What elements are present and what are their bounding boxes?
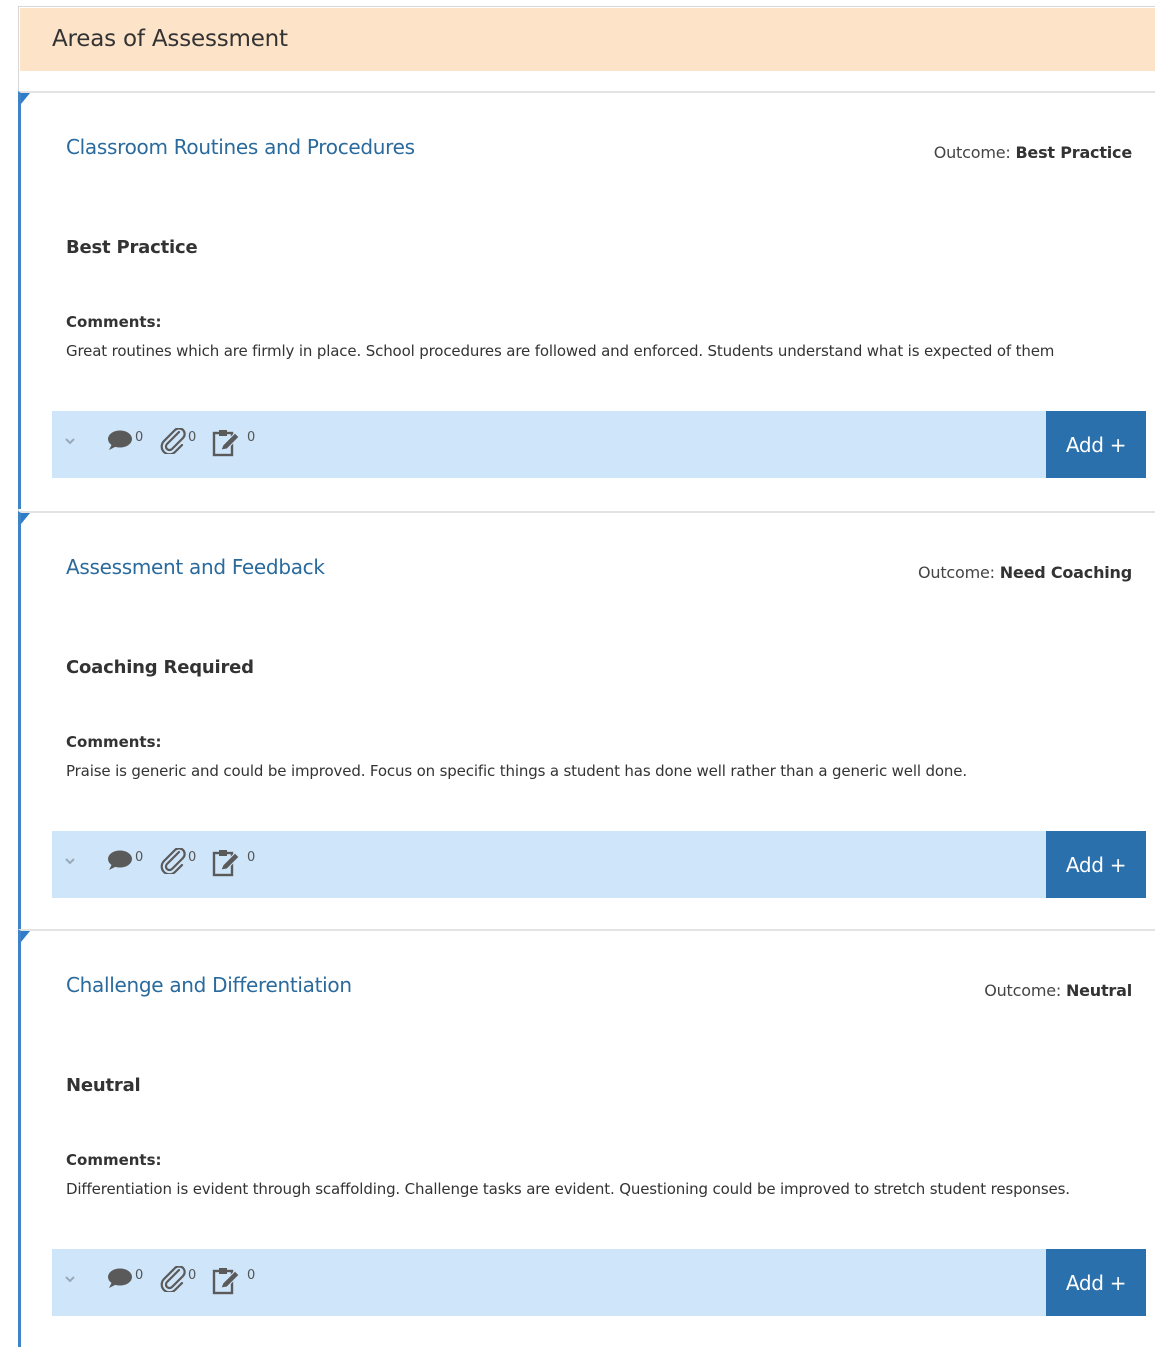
rating-label: Neutral — [66, 1075, 141, 1096]
section-header: Areas of Assessment — [20, 8, 1155, 71]
area-toolbar: 0 0 0 Add + — [52, 411, 1146, 478]
comment-bubble-icon — [106, 428, 134, 452]
comments-counter[interactable]: 0 — [106, 848, 143, 878]
assessment-area: Challenge and Differentiation Outcome: N… — [18, 929, 1155, 1347]
paperclip-icon — [159, 428, 187, 454]
assessment-area: Classroom Routines and Procedures Outcom… — [18, 91, 1155, 509]
task-count: 0 — [247, 850, 256, 865]
outcome: Outcome: Neutral — [984, 981, 1132, 1000]
attachments-counter[interactable]: 0 — [159, 1266, 196, 1296]
outcome-label: Outcome: — [933, 143, 1011, 162]
comments-label: Comments: — [66, 313, 162, 331]
corner-marker-icon — [21, 513, 30, 524]
task-count: 0 — [247, 1268, 256, 1283]
chevron-down-icon[interactable] — [62, 1271, 78, 1287]
clipboard-edit-icon — [211, 1266, 241, 1296]
tasks-counter[interactable]: 0 — [211, 428, 255, 458]
area-title: Challenge and Differentiation — [66, 973, 352, 997]
area-toolbar: 0 0 0 Add + — [52, 1249, 1146, 1316]
attachment-count: 0 — [188, 430, 197, 445]
chevron-down-icon[interactable] — [62, 853, 78, 869]
comments-label: Comments: — [66, 1151, 162, 1169]
area-title: Classroom Routines and Procedures — [66, 135, 415, 159]
corner-marker-icon — [21, 93, 30, 104]
outcome: Outcome: Best Practice — [934, 143, 1132, 162]
add-button[interactable]: Add + — [1046, 1249, 1146, 1316]
comments-text: Differentiation is evident through scaff… — [66, 1180, 1070, 1198]
outcome: Outcome: Need Coaching — [918, 563, 1132, 582]
chevron-down-icon[interactable] — [62, 433, 78, 449]
comment-count: 0 — [135, 430, 144, 445]
comments-text: Praise is generic and could be improved.… — [66, 762, 967, 780]
comment-count: 0 — [135, 1268, 144, 1283]
comment-count: 0 — [135, 850, 144, 865]
rating-label: Coaching Required — [66, 657, 254, 678]
comments-label: Comments: — [66, 733, 162, 751]
attachment-count: 0 — [188, 1268, 197, 1283]
outcome-label: Outcome: — [918, 563, 995, 582]
tasks-counter[interactable]: 0 — [211, 1266, 255, 1296]
area-title: Assessment and Feedback — [66, 555, 325, 579]
assessment-area: Assessment and Feedback Outcome: Need Co… — [18, 511, 1155, 929]
outcome-value: Best Practice — [1015, 143, 1132, 162]
paperclip-icon — [159, 1266, 187, 1292]
task-count: 0 — [247, 430, 256, 445]
outcome-value: Neutral — [1065, 981, 1132, 1000]
outcome-label: Outcome: — [984, 981, 1062, 1000]
outcome-value: Need Coaching — [999, 563, 1132, 582]
comments-text: Great routines which are firmly in place… — [66, 342, 1055, 360]
attachments-counter[interactable]: 0 — [159, 848, 196, 878]
tasks-counter[interactable]: 0 — [211, 848, 255, 878]
rating-label: Best Practice — [66, 237, 198, 258]
corner-marker-icon — [21, 931, 30, 942]
attachments-counter[interactable]: 0 — [159, 428, 196, 458]
clipboard-edit-icon — [211, 428, 241, 458]
comment-bubble-icon — [106, 1266, 134, 1290]
comments-counter[interactable]: 0 — [106, 428, 143, 458]
paperclip-icon — [159, 848, 187, 874]
comments-counter[interactable]: 0 — [106, 1266, 143, 1296]
comment-bubble-icon — [106, 848, 134, 872]
add-button[interactable]: Add + — [1046, 411, 1146, 478]
area-toolbar: 0 0 0 Add + — [52, 831, 1146, 898]
clipboard-edit-icon — [211, 848, 241, 878]
add-button[interactable]: Add + — [1046, 831, 1146, 898]
attachment-count: 0 — [188, 850, 197, 865]
